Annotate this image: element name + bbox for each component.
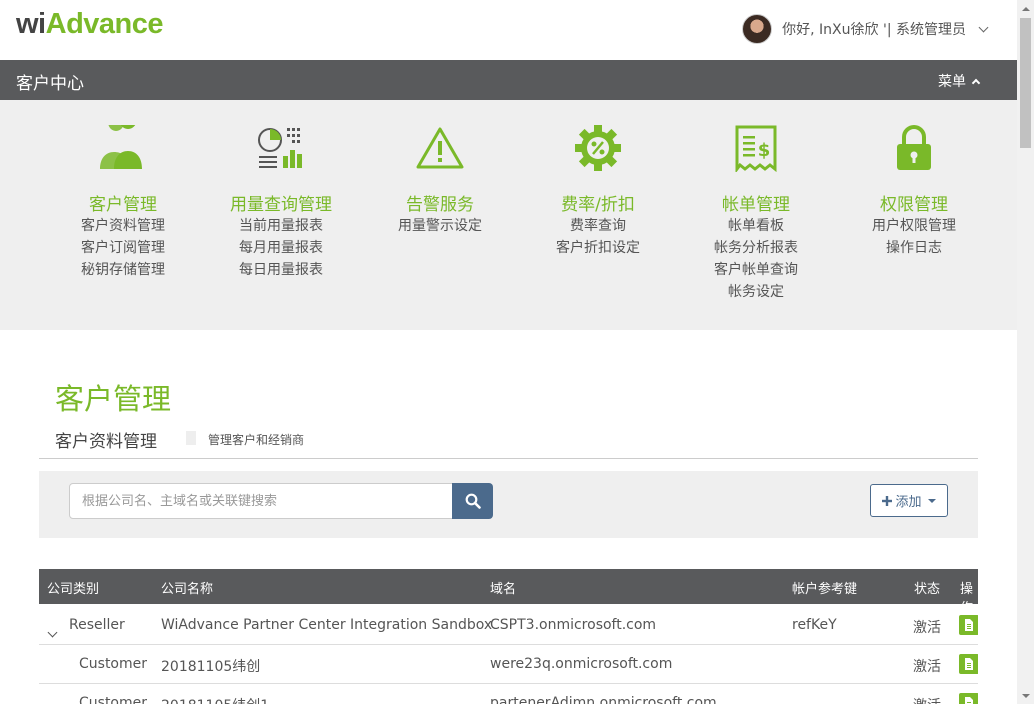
logo-text-wi: wi: [16, 8, 46, 40]
add-label: 添加: [895, 495, 922, 510]
page-subnote: 管理客户和经销商: [208, 433, 305, 447]
users-icon[interactable]: [43, 122, 203, 174]
cell-name: 20181105纬创: [161, 659, 261, 675]
cell-domain: were23q.onmicrosoft.com: [490, 656, 673, 672]
svg-text:$: $: [758, 140, 771, 161]
cell-ref: refKeY: [792, 617, 837, 633]
user-greeting: 你好, InXu徐欣 '| 系统管理员: [782, 22, 966, 38]
search-icon: [465, 493, 481, 509]
menu-section-customers: 客户管理 客户资料管理 客户订阅管理 秘钥存储管理: [43, 100, 203, 281]
menu-toggle[interactable]: 菜单: [938, 71, 981, 91]
table-header: 公司类别 公司名称 域名 帐户参考键 状态 操作: [39, 569, 978, 616]
invoice-icon[interactable]: $: [676, 122, 836, 174]
menu-item[interactable]: 客户帐单查询: [676, 259, 836, 281]
chevron-down-icon: [978, 22, 989, 32]
cell-type: Reseller: [69, 617, 125, 633]
scroll-up-button[interactable]: [1017, 0, 1034, 17]
menu-item[interactable]: 用量警示设定: [360, 215, 520, 237]
subtitle-separator: [186, 431, 196, 445]
nav-title: 客户中心: [16, 74, 84, 94]
column-header-ref[interactable]: 帐户参考键: [792, 578, 857, 597]
menu-panel: 客户管理 客户资料管理 客户订阅管理 秘钥存储管理 用量查询管理 当前用量报表 …: [0, 100, 1017, 330]
menu-item[interactable]: 每月用量报表: [201, 237, 361, 259]
table-row[interactable]: Customer 20181105纬创 were23q.onmicrosoft.…: [39, 645, 978, 684]
menu-head-alerts[interactable]: 告警服务: [360, 190, 520, 215]
logo-text-advance: Advance: [45, 8, 164, 40]
menu-section-alerts: 告警服务 用量警示设定: [360, 100, 520, 237]
avatar: [742, 14, 773, 44]
menu-section-permissions: 权限管理 用户权限管理 操作日志: [834, 100, 994, 259]
chevron-down-icon: [47, 627, 58, 638]
menu-section-billing: $ 帐单管理 帐单看板 帐务分析报表 客户帐单查询 帐务设定: [676, 100, 836, 303]
top-bar: wiAdvance 你好, InXu徐欣 '| 系统管理员: [0, 0, 1017, 60]
menu-item[interactable]: 客户订阅管理: [43, 237, 203, 259]
menu-item[interactable]: 秘钥存储管理: [43, 259, 203, 281]
menu-item[interactable]: 帐务设定: [676, 281, 836, 303]
vertical-scrollbar[interactable]: [1017, 0, 1034, 704]
column-header-status[interactable]: 状态: [914, 578, 940, 597]
add-button[interactable]: 添加: [870, 484, 948, 517]
cell-name: WiAdvance Partner Center Integration San…: [161, 617, 493, 633]
search-panel: 添加: [39, 471, 978, 538]
nav-bar: 客户中心 菜单: [0, 60, 1017, 100]
cell-name: 20181105纬创1: [161, 695, 269, 704]
menu-head-usage[interactable]: 用量查询管理: [201, 190, 361, 215]
scrollbar-thumb[interactable]: [1020, 18, 1031, 148]
lock-icon[interactable]: [834, 122, 994, 174]
menu-item[interactable]: 费率查询: [518, 215, 678, 237]
column-header-name[interactable]: 公司名称: [161, 578, 213, 597]
view-document-button[interactable]: [959, 654, 978, 674]
menu-item[interactable]: 当前用量报表: [201, 215, 361, 237]
page-subtitle: 客户资料管理: [55, 432, 157, 452]
menu-label: 菜单: [938, 74, 966, 90]
arrow-up-icon: [1021, 6, 1030, 11]
cell-domain: CSPT3.onmicrosoft.com: [490, 617, 657, 633]
customer-table: 公司类别 公司名称 域名 帐户参考键 状态 操作 Reseller WiAdva…: [39, 569, 978, 704]
menu-item[interactable]: 操作日志: [834, 237, 994, 259]
wiadvance-logo[interactable]: wiAdvance: [16, 8, 164, 41]
menu-item[interactable]: 用户权限管理: [834, 215, 994, 237]
table-row[interactable]: Customer 20181105纬创1 partenerAdimn.onmic…: [39, 684, 978, 704]
search-input[interactable]: [69, 483, 453, 519]
menu-item[interactable]: 帐务分析报表: [676, 237, 836, 259]
page-title: 客户管理: [55, 382, 172, 416]
chevron-up-icon: [971, 78, 981, 87]
menu-item[interactable]: 客户折扣设定: [518, 237, 678, 259]
cell-status: 激活: [913, 695, 941, 704]
cell-domain: partenerAdimn.onmicrosoft.com: [490, 695, 717, 704]
cell-status: 激活: [913, 659, 941, 675]
cell-status: 激活: [913, 620, 941, 636]
document-icon: [965, 697, 973, 704]
caret-down-icon: [927, 498, 936, 503]
arrow-down-icon: [1021, 693, 1030, 698]
column-header-domain[interactable]: 域名: [490, 578, 516, 597]
usage-chart-icon[interactable]: [201, 122, 361, 174]
menu-head-customers[interactable]: 客户管理: [43, 190, 203, 215]
cell-type: Customer: [79, 656, 148, 672]
scroll-down-button[interactable]: [1017, 687, 1034, 704]
menu-head-billing[interactable]: 帐单管理: [676, 190, 836, 215]
menu-item[interactable]: 每日用量报表: [201, 259, 361, 281]
document-icon: [965, 658, 973, 670]
column-header-type[interactable]: 公司类别: [47, 578, 99, 597]
menu-section-rates: 费率/折扣 费率查询 客户折扣设定: [518, 100, 678, 259]
menu-head-permissions[interactable]: 权限管理: [834, 190, 994, 215]
table-row[interactable]: Reseller WiAdvance Partner Center Integr…: [39, 606, 978, 645]
percent-gear-icon[interactable]: [518, 122, 678, 174]
menu-item[interactable]: 客户资料管理: [43, 215, 203, 237]
warning-icon[interactable]: [360, 122, 520, 174]
search-button[interactable]: [452, 483, 493, 519]
cell-type: Customer: [79, 695, 148, 704]
plus-icon: [882, 495, 893, 506]
menu-item[interactable]: 帐单看板: [676, 215, 836, 237]
user-menu[interactable]: 你好, InXu徐欣 '| 系统管理员: [742, 14, 989, 44]
view-document-button[interactable]: [959, 615, 978, 635]
document-icon: [965, 619, 973, 631]
divider: [39, 458, 978, 459]
menu-section-usage: 用量查询管理 当前用量报表 每月用量报表 每日用量报表: [201, 100, 361, 281]
menu-head-rates[interactable]: 费率/折扣: [518, 190, 678, 215]
view-document-button[interactable]: [959, 693, 978, 704]
